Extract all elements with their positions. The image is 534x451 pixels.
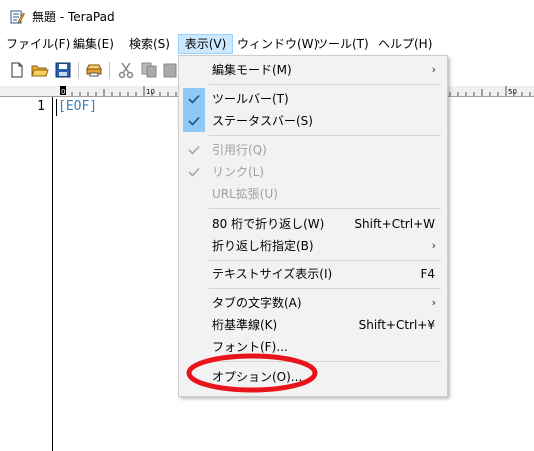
window-title: 無題 - TeraPad [32,10,115,24]
menu-item-quote-line[interactable]: 引用行(Q) [181,139,445,161]
menu-item-wrap-80[interactable]: 80 桁で折り返し(W) Shift+Ctrl+W [181,213,445,235]
submenu-arrow-icon: › [431,296,436,309]
menu-file[interactable]: ファイル(F) [6,35,70,53]
line-number-gutter-divider [52,97,53,451]
menu-item-toolbar[interactable]: ツールバー(T) [181,88,445,110]
menu-item-label: 80 桁で折り返し(W) [212,217,325,231]
ruler-label-0: 0 [61,88,65,96]
menu-item-label: テキストサイズ表示(I) [212,267,333,281]
menu-item-label: ステータスバー(S) [212,114,313,128]
menu-item-label: タブの文字数(A) [212,296,302,310]
menu-item-label: ツールバー(T) [212,92,289,106]
title-bar[interactable]: 無題 - TeraPad [0,0,534,33]
ruler-label-10: 10 [146,88,155,96]
menu-item-label: 編集モード(M) [212,63,292,77]
menu-edit[interactable]: 編集(E) [73,35,114,53]
menu-item-wrap-column[interactable]: 折り返し桁指定(B) › [181,235,445,257]
menu-separator [209,260,441,261]
menu-item-link[interactable]: リンク(L) [181,161,445,183]
menu-item-label: 桁基準線(K) [212,318,278,332]
annotation-highlight-ellipse [186,353,318,393]
submenu-arrow-icon: › [431,239,436,252]
menu-item-label: 折り返し桁指定(B) [212,239,314,253]
checkmark-icon [183,88,205,110]
menu-separator [209,288,441,289]
text-cursor [56,99,57,116]
menu-item-tab-width[interactable]: タブの文字数(A) › [181,292,445,314]
menu-item-shortcut: Shift+Ctrl+¥ [358,318,435,332]
print-icon[interactable] [84,60,104,80]
menu-view[interactable]: 表示(V) [178,34,233,54]
submenu-arrow-icon: › [431,63,436,76]
menu-bar: ファイル(F) 編集(E) 検索(S) 表示(V) ウィンドウ(W) ツール(T… [0,33,534,55]
menu-item-label: 引用行(Q) [212,143,267,157]
menu-item-statusbar[interactable]: ステータスバー(S) [181,110,445,132]
menu-separator [209,84,441,85]
checkmark-icon [183,110,205,132]
checkmark-icon [183,161,205,183]
menu-item-column-guide[interactable]: 桁基準線(K) Shift+Ctrl+¥ [181,314,445,336]
menu-item-shortcut: F4 [420,267,435,281]
save-icon[interactable] [53,60,73,80]
menu-tool[interactable]: ツール(T) [316,35,369,53]
menu-item-text-size[interactable]: テキストサイズ表示(I) F4 [181,263,445,285]
line-number: 1 [37,99,45,114]
checkmark-icon [183,139,205,161]
toolbar-separator [78,62,79,79]
cut-icon[interactable] [116,60,136,80]
ruler-label-50: 50 [508,88,517,96]
menu-window[interactable]: ウィンドウ(W) [237,35,318,53]
menu-separator [209,208,441,209]
menu-item-shortcut: Shift+Ctrl+W [354,217,435,231]
paste-icon[interactable] [160,60,180,80]
open-folder-icon[interactable] [30,60,50,80]
menu-separator [209,135,441,136]
terapad-app-icon [10,10,25,24]
menu-item-label: リンク(L) [212,165,265,179]
eof-marker: [EOF] [58,99,98,114]
menu-search[interactable]: 検索(S) [129,35,170,53]
menu-item-label: URL拡張(U) [212,187,278,201]
menu-help[interactable]: ヘルプ(H) [378,35,432,53]
toolbar-separator [109,62,110,79]
copy-icon[interactable] [139,60,159,80]
menu-item-url-extension[interactable]: URL拡張(U) [181,183,445,205]
view-menu-dropdown: 編集モード(M) › ツールバー(T) ステータスバー(S) 引用行(Q) リン… [178,55,448,397]
menu-item-edit-mode[interactable]: 編集モード(M) › [181,59,445,81]
new-file-icon[interactable] [7,60,27,80]
